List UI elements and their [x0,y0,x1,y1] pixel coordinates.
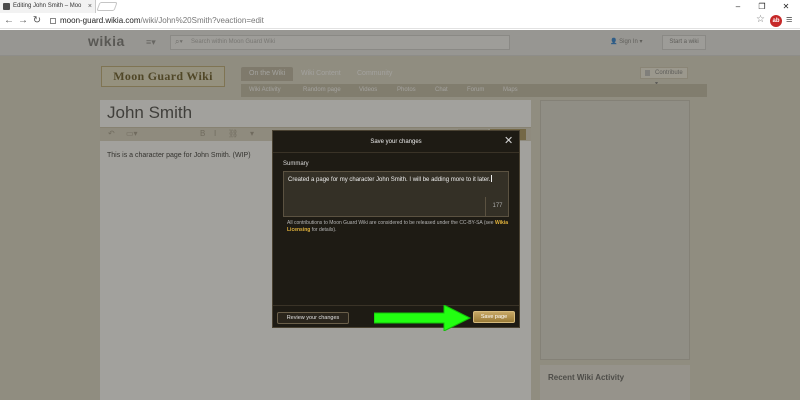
dialog-header: Save your changes ✕ [273,131,519,153]
address-bar[interactable]: moon-guard.wikia.com/wiki/John%20Smith?v… [48,15,760,27]
license-notice: All contributions to Moon Guard Wiki are… [287,220,509,234]
browser-tabstrip: Editing John Smith – Moo × – ❐ ✕ [0,0,800,13]
green-arrow-icon [374,305,472,331]
back-arrow-icon[interactable]: ← [2,13,16,29]
url-host: moon-guard.wikia.com [60,16,141,25]
review-changes-button[interactable]: Review your changes [277,312,349,324]
close-window-button[interactable]: ✕ [776,0,796,13]
forward-arrow-icon[interactable]: → [16,13,30,29]
browser-menu-icon[interactable]: ≡ [786,14,792,26]
text-caret [491,175,493,182]
summary-textarea[interactable]: Created a page for my character John Smi… [283,171,509,217]
browser-toolbar: ← → ↻ moon-guard.wikia.com/wiki/John%20S… [0,13,800,29]
summary-label: Summary [283,161,309,167]
reload-icon[interactable]: ↻ [30,13,44,29]
wikia-favicon-icon [3,3,10,10]
url-path: /wiki/John%20Smith?veaction=edit [140,16,264,25]
adblock-extension-icon[interactable]: ab [770,15,782,27]
tab-title: Editing John Smith – Moo [13,3,82,9]
save-dialog: Save your changes ✕ Summary Created a pa… [272,130,520,328]
bookmark-star-icon[interactable]: ☆ [756,14,765,25]
character-counter: 177 [485,197,509,216]
save-page-button[interactable]: Save page [473,311,515,323]
tab-close-icon[interactable]: × [88,0,92,13]
close-icon[interactable]: ✕ [504,134,513,147]
dialog-title: Save your changes [370,139,422,145]
new-tab-button[interactable] [96,2,118,11]
browser-tab[interactable]: Editing John Smith – Moo × [0,0,96,13]
license-text-suffix: for details). [310,227,337,233]
license-text-prefix: All contributions to Moon Guard Wiki are… [287,220,495,226]
maximize-button[interactable]: ❐ [752,0,772,13]
summary-text: Created a page for my character John Smi… [288,177,491,183]
minimize-button[interactable]: – [728,0,748,13]
page-info-icon [50,18,56,24]
